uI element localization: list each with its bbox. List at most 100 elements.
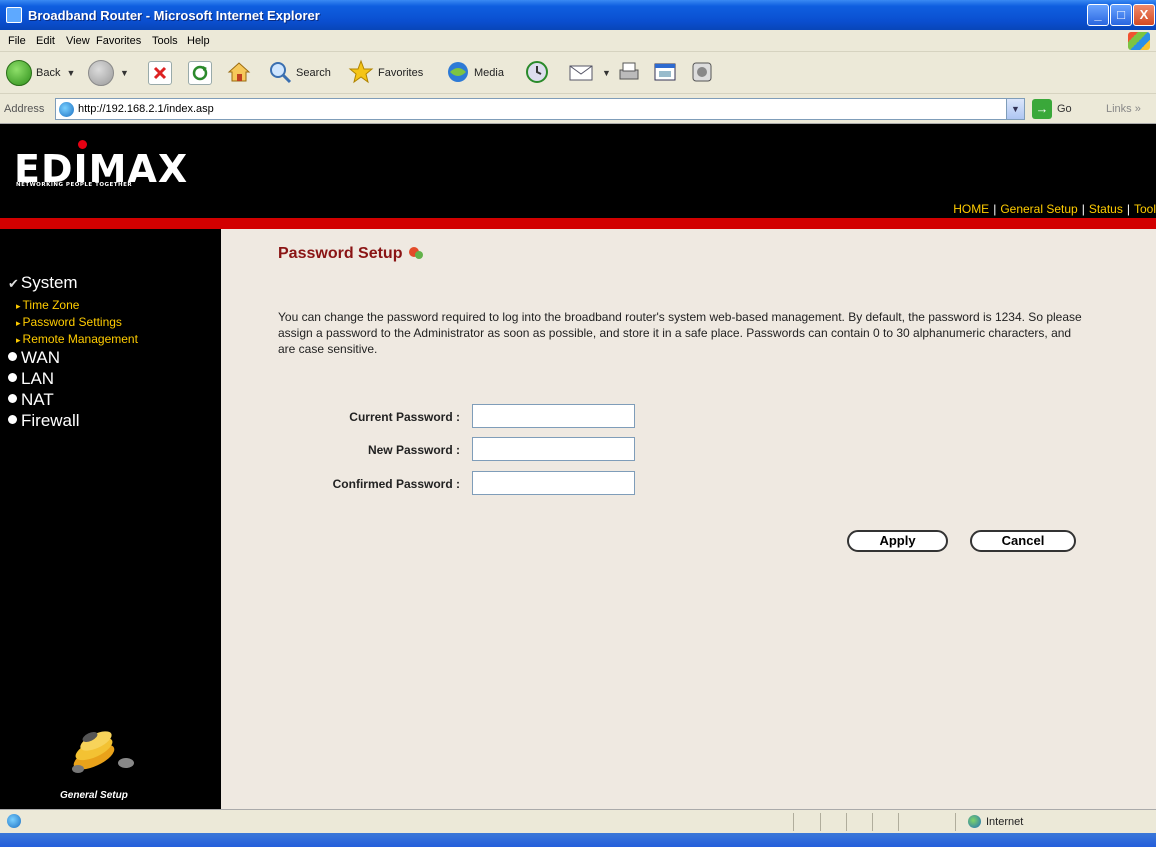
current-password-label: Current Password : <box>349 410 460 424</box>
checkmark-icon: ✔ <box>8 276 19 291</box>
router-page: EDIMAX NETWORKING PEOPLE TOGETHER HOME | G… <box>0 124 1156 809</box>
menu-edit[interactable]: Edit <box>36 35 55 47</box>
status-divider <box>793 813 794 831</box>
general-setup-logo-icon <box>60 719 140 779</box>
page-title: Password Setup <box>278 245 424 263</box>
stop-button[interactable] <box>148 58 172 88</box>
page-title-text: Password Setup <box>278 245 403 262</box>
browser-window: Broadband Router - Microsoft Internet Ex… <box>0 0 1156 847</box>
maximize-button[interactable]: □ <box>1110 4 1132 26</box>
sidebar-item-password-settings[interactable]: Password Settings <box>16 315 122 329</box>
bullet-icon <box>8 415 17 424</box>
status-bar: Internet <box>0 809 1156 833</box>
sidebar-item-time-zone[interactable]: Time Zone <box>16 298 80 312</box>
menu-file[interactable]: File <box>8 35 26 47</box>
minimize-button[interactable]: _ <box>1087 4 1109 26</box>
sidebar-item-remote-management[interactable]: Remote Management <box>16 332 138 346</box>
print-button[interactable] <box>616 58 642 88</box>
nav-separator: | <box>1081 202 1085 216</box>
menu-favorites[interactable]: Favorites <box>96 35 141 47</box>
close-button[interactable]: X <box>1133 4 1155 26</box>
go-arrow-icon[interactable]: → <box>1032 99 1052 119</box>
forward-dropdown-icon[interactable]: ▼ <box>120 68 129 78</box>
printer-icon <box>616 60 642 87</box>
mail-dropdown-icon[interactable]: ▼ <box>602 68 611 78</box>
general-setup-label: General Setup <box>60 790 128 801</box>
bullet-icon <box>8 373 17 382</box>
sidebar-item-lan[interactable]: LAN <box>8 369 54 389</box>
menu-help[interactable]: Help <box>187 35 210 47</box>
address-label: Address <box>4 103 45 115</box>
back-label: Back <box>36 67 61 79</box>
page-status-icon <box>7 814 21 828</box>
refresh-button[interactable] <box>188 58 212 88</box>
bullet-icon <box>8 352 17 361</box>
forward-button[interactable]: ▼ <box>88 58 129 88</box>
sidebar-item-nat[interactable]: NAT <box>8 390 54 410</box>
sidebar-item-label: NAT <box>21 390 54 409</box>
stop-icon <box>148 61 172 85</box>
links-button[interactable]: Links » <box>1106 103 1141 115</box>
status-divider <box>872 813 873 831</box>
sidebar-item-label: Firewall <box>21 411 80 430</box>
favorites-button[interactable]: Favorites <box>348 58 423 88</box>
ie-app-icon <box>6 7 22 23</box>
back-button[interactable]: Back ▼ <box>6 58 75 88</box>
cancel-button[interactable]: Cancel <box>970 530 1076 552</box>
media-label: Media <box>474 67 504 79</box>
status-divider <box>846 813 847 831</box>
top-navigation: HOME | General Setup | Status | Tool <box>953 202 1156 216</box>
nav-general-setup[interactable]: General Setup <box>1000 202 1077 216</box>
address-bar: Address http://192.168.2.1/index.asp ▼ →… <box>0 94 1156 124</box>
menu-tools[interactable]: Tools <box>152 35 178 47</box>
sidebar-item-system[interactable]: ✔ System <box>8 273 78 293</box>
sidebar-item-label: System <box>20 273 78 292</box>
bullet-icon <box>8 394 17 403</box>
page-description: You can change the password required to … <box>278 310 1082 356</box>
refresh-icon <box>188 61 212 85</box>
current-password-field[interactable] <box>472 404 635 428</box>
address-dropdown-icon[interactable]: ▼ <box>1006 99 1024 119</box>
history-button[interactable] <box>525 58 549 88</box>
media-button[interactable]: Media <box>446 58 504 88</box>
home-button[interactable] <box>226 58 252 88</box>
confirmed-password-field[interactable] <box>472 471 635 495</box>
nav-home[interactable]: HOME <box>953 202 989 216</box>
main-content: Password Setup You can change the passwo… <box>221 229 1156 809</box>
logo-tagline: NETWORKING PEOPLE TOGETHER <box>16 182 133 188</box>
menu-view[interactable]: View <box>66 35 90 47</box>
apply-button[interactable]: Apply <box>847 530 948 552</box>
mail-button[interactable]: ▼ <box>568 58 611 88</box>
messenger-icon <box>690 60 716 87</box>
nav-separator: | <box>1126 202 1130 216</box>
address-input[interactable]: http://192.168.2.1/index.asp ▼ <box>55 98 1025 120</box>
history-icon <box>525 60 549 87</box>
back-dropdown-icon[interactable]: ▼ <box>66 68 75 78</box>
edit-icon <box>653 60 679 87</box>
address-url: http://192.168.2.1/index.asp <box>78 103 214 115</box>
nav-status[interactable]: Status <box>1089 202 1123 216</box>
favorites-star-icon <box>348 59 374 88</box>
search-button[interactable]: Search <box>268 58 331 88</box>
nav-tool[interactable]: Tool <box>1134 202 1156 216</box>
edit-button[interactable] <box>653 58 679 88</box>
page-header: EDIMAX NETWORKING PEOPLE TOGETHER HOME | G… <box>0 124 1156 218</box>
new-password-label: New Password : <box>367 443 460 457</box>
nav-separator: | <box>993 202 997 216</box>
header-red-divider <box>0 218 1156 229</box>
status-divider <box>955 813 956 831</box>
home-icon <box>226 59 252 88</box>
new-password-field[interactable] <box>472 437 635 461</box>
help-icon[interactable] <box>408 245 424 261</box>
status-divider <box>898 813 899 831</box>
back-arrow-icon <box>6 60 32 86</box>
page-icon <box>59 102 74 117</box>
go-button[interactable]: Go <box>1057 103 1072 115</box>
sidebar-item-label: LAN <box>21 369 55 388</box>
search-label: Search <box>296 67 331 79</box>
menu-bar: File Edit View Favorites Tools Help <box>0 30 1156 52</box>
sidebar-item-wan[interactable]: WAN <box>8 348 60 368</box>
sidebar-item-firewall[interactable]: Firewall <box>8 411 80 431</box>
sidebar-item-label: WAN <box>21 348 61 367</box>
messenger-button[interactable] <box>690 58 716 88</box>
